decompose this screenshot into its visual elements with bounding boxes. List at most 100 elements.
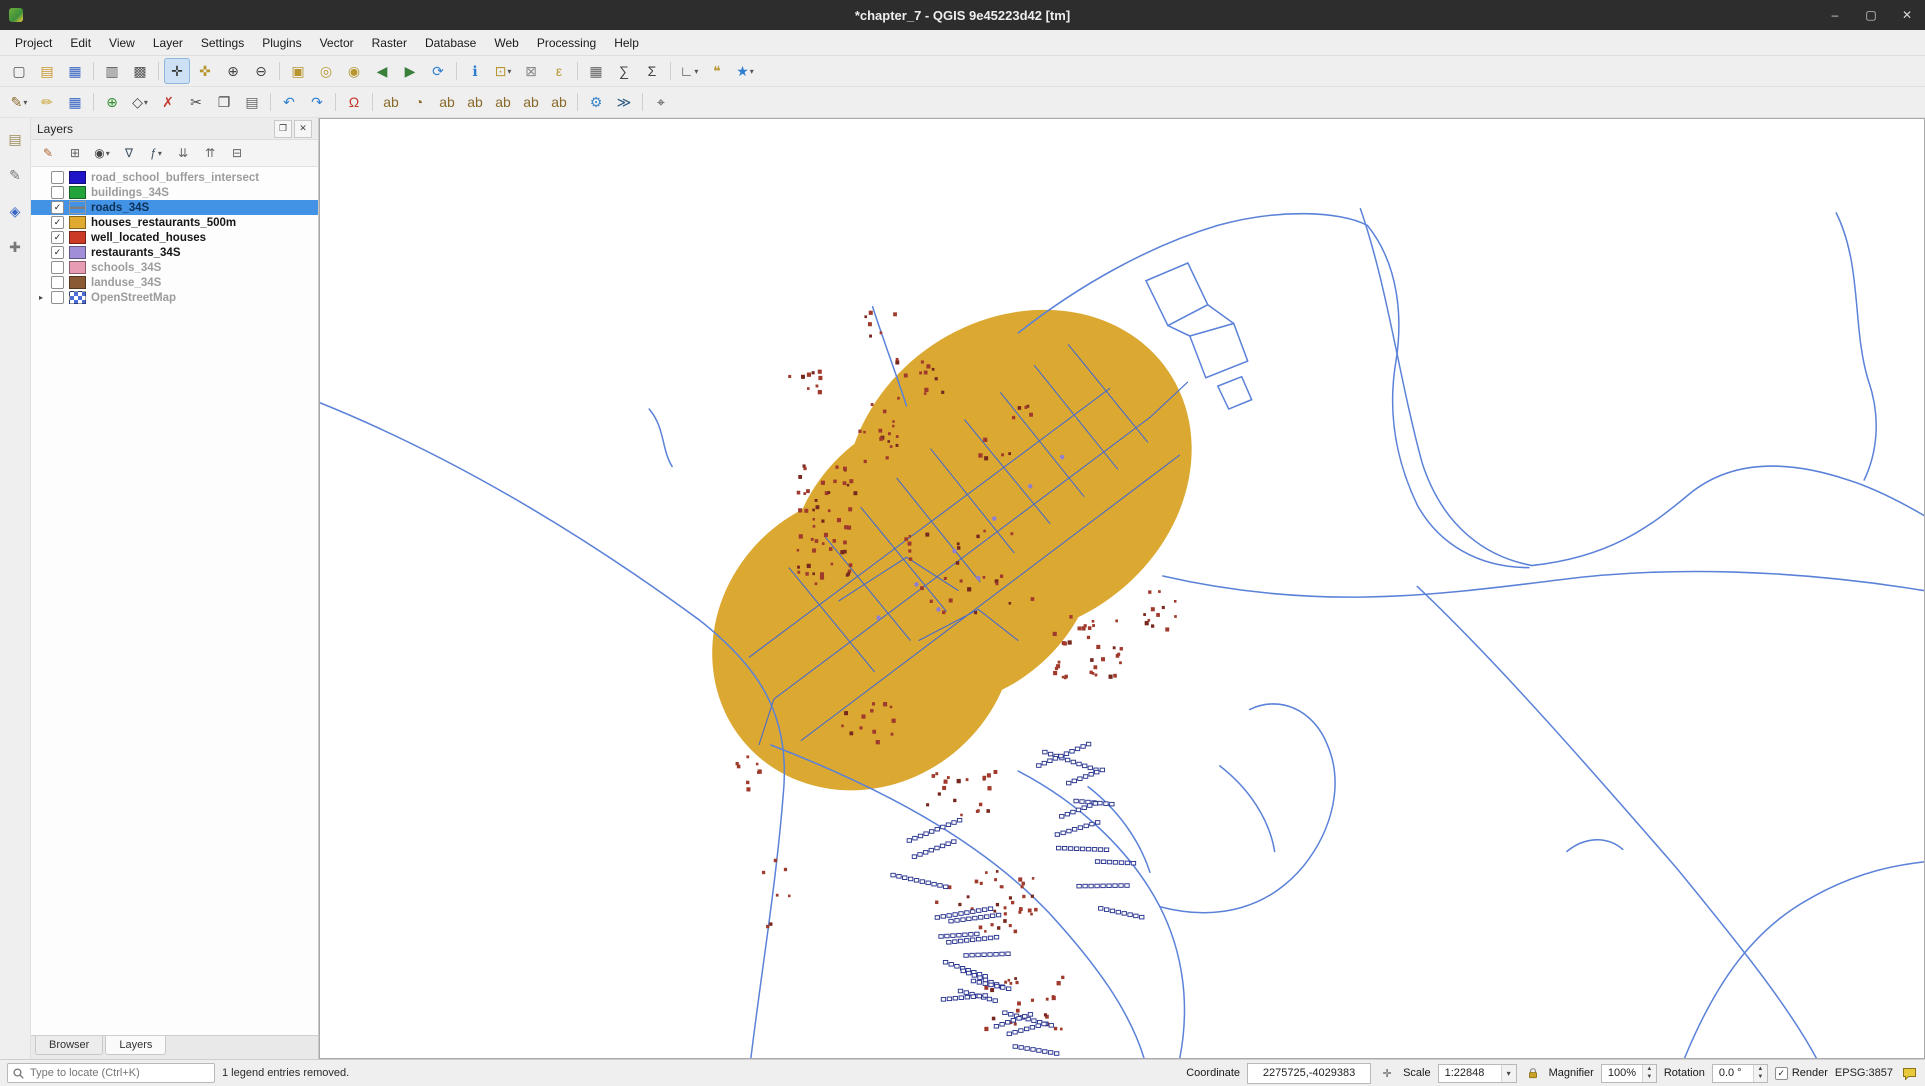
layer-visibility-checkbox[interactable]: ✓ <box>51 201 64 214</box>
left-dock-button-1[interactable]: ▤ <box>2 126 28 152</box>
layer-visibility-checkbox[interactable] <box>51 291 64 304</box>
collapse-all-button[interactable]: ⇈ <box>198 141 222 165</box>
layer-row-houses_restaurants_500m[interactable]: ✓houses_restaurants_500m <box>31 215 318 230</box>
spin-up-icon[interactable]: ▲ <box>1643 1065 1656 1074</box>
left-dock-button-4[interactable]: ✚ <box>2 234 28 260</box>
zoom-to-layer-button[interactable]: ◉ <box>341 58 367 84</box>
dock-tab-browser[interactable]: Browser <box>35 1036 103 1055</box>
select-features-button[interactable]: ⊡▾ <box>490 58 516 84</box>
rotate-label-button[interactable]: ab <box>518 89 544 115</box>
spin-up-icon[interactable]: ▲ <box>1754 1065 1767 1074</box>
statistical-summary-button[interactable]: Σ <box>639 58 665 84</box>
current-edits-button[interactable]: ✎▾ <box>6 89 32 115</box>
pan-map-button[interactable]: ✛ <box>164 58 190 84</box>
locate-input[interactable] <box>28 1066 209 1080</box>
menu-edit[interactable]: Edit <box>61 33 100 53</box>
locate-search[interactable] <box>7 1063 215 1083</box>
layer-labeling-button[interactable]: ab <box>378 89 404 115</box>
layer-row-roads_34S[interactable]: ✓roads_34S <box>31 200 318 215</box>
coordinate-input[interactable] <box>1247 1063 1371 1084</box>
lock-scale-button[interactable] <box>1524 1064 1542 1082</box>
expand-all-button[interactable]: ⇊ <box>171 141 195 165</box>
zoom-next-button[interactable]: ▶ <box>397 58 423 84</box>
menu-database[interactable]: Database <box>416 33 485 53</box>
refresh-map-button[interactable]: ⟳ <box>425 58 451 84</box>
layer-row-schools_34S[interactable]: schools_34S <box>31 260 318 275</box>
zoom-last-button[interactable]: ◀ <box>369 58 395 84</box>
show-layout-manager-button[interactable]: ▩ <box>127 58 153 84</box>
rotation-spin-arrows[interactable]: ▲▼ <box>1753 1065 1767 1082</box>
copy-features-button[interactable]: ❐ <box>211 89 237 115</box>
menu-settings[interactable]: Settings <box>192 33 253 53</box>
redo-button[interactable]: ↷ <box>304 89 330 115</box>
menu-plugins[interactable]: Plugins <box>253 33 310 53</box>
layer-visibility-checkbox[interactable]: ✓ <box>51 216 64 229</box>
menu-layer[interactable]: Layer <box>144 33 192 53</box>
open-layer-styling-button[interactable]: ✎ <box>36 141 60 165</box>
processing-toolbox-button[interactable]: ⚙ <box>583 89 609 115</box>
left-dock-button-2[interactable]: ✎ <box>2 162 28 188</box>
zoom-out-button[interactable]: ⊖ <box>248 58 274 84</box>
close-button[interactable]: ✕ <box>1889 0 1925 30</box>
paste-features-button[interactable]: ▤ <box>239 89 265 115</box>
menu-raster[interactable]: Raster <box>363 33 416 53</box>
expander-icon[interactable]: ▸ <box>36 293 46 302</box>
layer-row-road_school_buffers_intersect[interactable]: road_school_buffers_intersect <box>31 170 318 185</box>
save-project-button[interactable]: ▦ <box>62 58 88 84</box>
menu-view[interactable]: View <box>100 33 144 53</box>
layer-diagram-button[interactable]: ◔ <box>406 89 432 115</box>
open-attribute-table-button[interactable]: ▦ <box>583 58 609 84</box>
layer-visibility-checkbox[interactable]: ✓ <box>51 231 64 244</box>
move-label-button[interactable]: ab <box>490 89 516 115</box>
chevron-down-icon[interactable]: ▾ <box>1501 1065 1516 1082</box>
deselect-features-button[interactable]: ⊠ <box>518 58 544 84</box>
dock-tab-layers[interactable]: Layers <box>105 1036 166 1055</box>
minimize-button[interactable]: – <box>1817 0 1853 30</box>
menu-help[interactable]: Help <box>605 33 648 53</box>
menu-web[interactable]: Web <box>485 33 527 53</box>
menu-project[interactable]: Project <box>6 33 61 53</box>
select-by-expression-button[interactable]: ε <box>546 58 572 84</box>
spin-down-icon[interactable]: ▼ <box>1643 1073 1656 1082</box>
float-panel-button[interactable]: ❐ <box>274 120 292 138</box>
cut-features-button[interactable]: ✂ <box>183 89 209 115</box>
vertex-tool-button[interactable]: ◇▾ <box>127 89 153 115</box>
pin-labels-button[interactable]: ab <box>434 89 460 115</box>
epsg-button[interactable]: EPSG:3857 <box>1835 1067 1893 1079</box>
magnifier-spinbox[interactable]: 100% ▲▼ <box>1601 1064 1657 1083</box>
layer-visibility-checkbox[interactable] <box>51 261 64 274</box>
change-label-button[interactable]: ab <box>546 89 572 115</box>
undo-button[interactable]: ↶ <box>276 89 302 115</box>
menu-processing[interactable]: Processing <box>528 33 605 53</box>
zoom-to-selection-button[interactable]: ◎ <box>313 58 339 84</box>
rotation-spinbox[interactable]: 0.0 ° ▲▼ <box>1712 1064 1768 1083</box>
layer-visibility-checkbox[interactable]: ✓ <box>51 246 64 259</box>
save-layer-edits-button[interactable]: ▦ <box>62 89 88 115</box>
filter-by-expression-button[interactable]: ƒ▾ <box>144 141 168 165</box>
highlight-pinned-labels-button[interactable]: ab <box>462 89 488 115</box>
zoom-in-button[interactable]: ⊕ <box>220 58 246 84</box>
left-dock-button-3[interactable]: ◈ <box>2 198 28 224</box>
layer-row-buildings_34S[interactable]: buildings_34S <box>31 185 318 200</box>
delete-selected-button[interactable]: ✗ <box>155 89 181 115</box>
layer-row-restaurants_34S[interactable]: ✓restaurants_34S <box>31 245 318 260</box>
menu-vector[interactable]: Vector <box>311 33 363 53</box>
add-group-button[interactable]: ⊞ <box>63 141 87 165</box>
magnifier-spin-arrows[interactable]: ▲▼ <box>1642 1065 1656 1082</box>
render-checkbox[interactable]: ✓ <box>1775 1067 1788 1080</box>
close-panel-button[interactable]: ✕ <box>294 120 312 138</box>
new-bookmark-button[interactable]: ★▾ <box>732 58 758 84</box>
layer-row-OpenStreetMap[interactable]: ▸OpenStreetMap <box>31 290 318 305</box>
add-feature-button[interactable]: ⊕ <box>99 89 125 115</box>
zoom-full-button[interactable]: ▣ <box>285 58 311 84</box>
open-project-button[interactable]: ▤ <box>34 58 60 84</box>
layer-row-landuse_34S[interactable]: landuse_34S <box>31 275 318 290</box>
toggle-extents-button[interactable]: ✛ <box>1378 1064 1396 1082</box>
messages-button[interactable] <box>1900 1064 1918 1082</box>
manage-map-themes-button[interactable]: ◉▾ <box>90 141 114 165</box>
map-canvas[interactable] <box>319 118 1925 1059</box>
measure-line-button[interactable]: ∟▾ <box>676 58 702 84</box>
remove-layer-button[interactable]: ⊟ <box>225 141 249 165</box>
map-tips-button[interactable]: ❝ <box>704 58 730 84</box>
enable-snapping-button[interactable]: Ω <box>341 89 367 115</box>
